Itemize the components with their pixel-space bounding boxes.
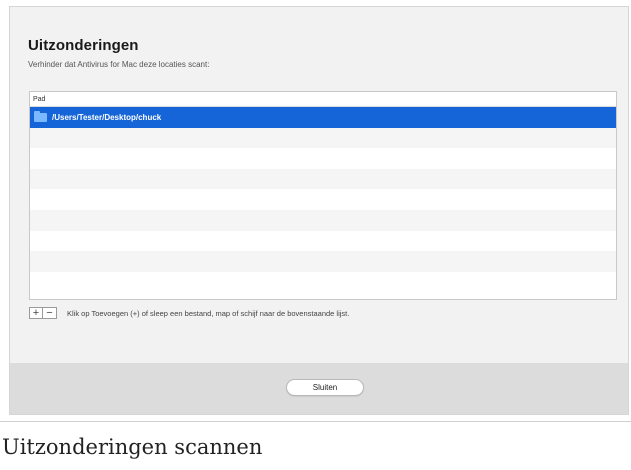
dialog-footer: Sluiten — [10, 363, 628, 414]
remove-button[interactable]: − — [43, 307, 57, 319]
list-controls: + − Klik op Toevoegen (+) of sleep een b… — [29, 307, 349, 319]
dialog-body: Uitzonderingen Verhinder dat Antivirus f… — [10, 7, 628, 363]
dialog-subtitle: Verhinder dat Antivirus for Mac deze loc… — [28, 60, 210, 69]
close-button[interactable]: Sluiten — [286, 379, 364, 396]
exclusions-dialog: Uitzonderingen Verhinder dat Antivirus f… — [9, 6, 629, 415]
empty-table-row[interactable] — [30, 231, 616, 252]
exclusions-table[interactable]: Pad /Users/Tester/Desktop/chuck — [29, 91, 617, 300]
divider — [0, 421, 631, 422]
empty-table-row[interactable] — [30, 272, 616, 293]
empty-table-row[interactable] — [30, 127, 616, 149]
empty-table-row[interactable] — [30, 189, 616, 210]
empty-table-row[interactable] — [30, 148, 616, 169]
page-caption: Uitzonderingen scannen — [2, 435, 263, 459]
empty-table-row[interactable] — [30, 209, 616, 231]
table-rows: /Users/Tester/Desktop/chuck — [30, 107, 616, 292]
empty-table-row[interactable] — [30, 251, 616, 272]
row-path-label: /Users/Tester/Desktop/chuck — [52, 112, 162, 122]
table-row[interactable]: /Users/Tester/Desktop/chuck — [30, 107, 616, 128]
empty-table-row[interactable] — [30, 168, 616, 190]
column-header-path[interactable]: Pad — [30, 92, 616, 107]
page: Uitzonderingen Verhinder dat Antivirus f… — [0, 0, 631, 470]
add-button[interactable]: + — [29, 307, 43, 319]
folder-icon — [34, 110, 47, 122]
dialog-title: Uitzonderingen — [28, 37, 139, 54]
add-hint-text: Klik op Toevoegen (+) of sleep een besta… — [67, 308, 350, 318]
